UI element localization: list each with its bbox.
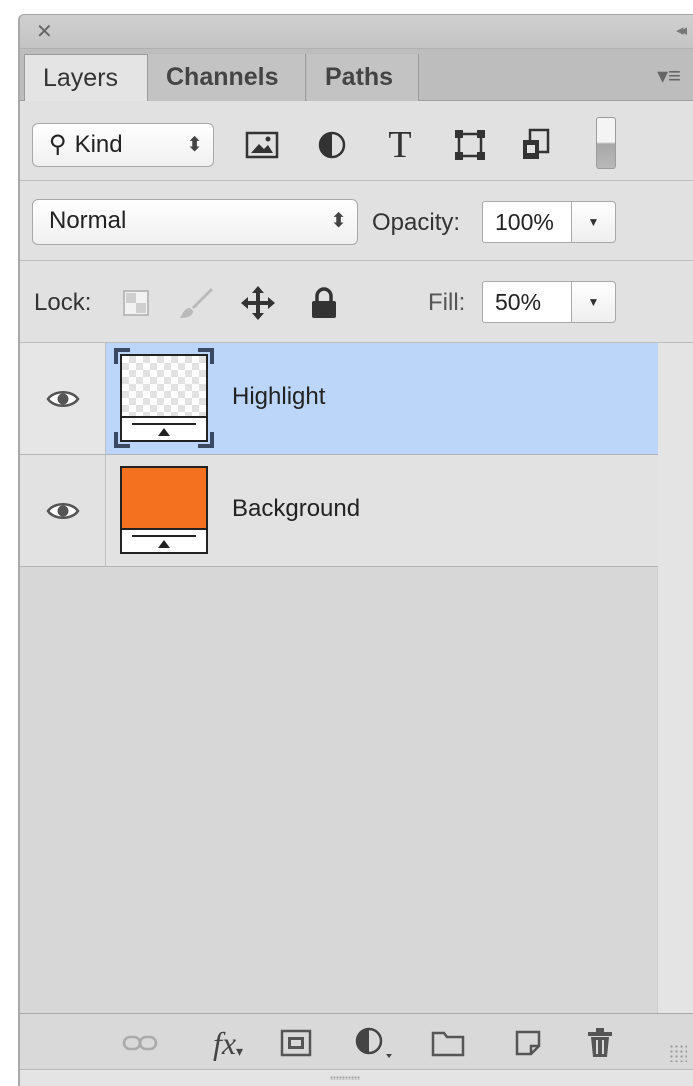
opacity-label: Opacity:: [372, 209, 461, 236]
fill-label: Fill:: [428, 289, 466, 316]
lock-label: Lock:: [34, 289, 92, 316]
fx-label: fx: [212, 1024, 237, 1061]
layer-thumbnail: [120, 466, 208, 554]
opacity-input[interactable]: 100%: [482, 201, 572, 243]
add-mask-icon[interactable]: [276, 1026, 316, 1060]
lock-image-pixels-icon[interactable]: [176, 283, 216, 323]
blend-mode-value: Normal: [49, 207, 127, 234]
panel-title-strip: ✕ ◂◂: [20, 15, 693, 49]
blend-mode-row: Normal ⬍ Opacity: 100% ▼: [20, 181, 693, 261]
layer-filter-row: ⚲ Kind ⬍ T: [20, 101, 693, 181]
filter-toggle-switch[interactable]: [596, 117, 616, 169]
resize-grip-icon[interactable]: [669, 1044, 687, 1062]
blend-mode-select[interactable]: Normal ⬍: [32, 199, 358, 245]
layers-panel: ✕ ◂◂ Layers Channels Paths ▾≡ ⚲ Kind ⬍ T …: [18, 14, 693, 1086]
lock-row: Lock: Fill: 50% ▼: [20, 261, 693, 343]
filter-kind-label: Kind: [74, 131, 123, 158]
thumbnail-footer: [122, 528, 206, 552]
shape-layer-filter-icon[interactable]: [450, 125, 490, 165]
fill-input[interactable]: 50%: [482, 281, 572, 323]
drag-handle-icon[interactable]: [330, 1076, 360, 1080]
fill-slider-button[interactable]: ▼: [572, 281, 616, 323]
panel-bottom-strip: [20, 1069, 693, 1086]
layer-row-highlight[interactable]: Highlight: [20, 343, 658, 455]
new-layer-icon[interactable]: [508, 1026, 548, 1060]
eye-icon: [45, 502, 80, 519]
new-adjustment-layer-icon[interactable]: [350, 1026, 400, 1060]
adjustment-layer-filter-icon[interactable]: [312, 125, 352, 165]
collapse-panel-icon[interactable]: ◂◂: [676, 21, 687, 41]
layer-thumbnail: [114, 348, 214, 448]
tab-paths[interactable]: Paths: [307, 54, 419, 102]
visibility-toggle[interactable]: [20, 455, 106, 566]
new-group-folder-icon[interactable]: [428, 1026, 468, 1060]
layer-style-fx-icon[interactable]: fx ▾: [200, 1024, 256, 1061]
tab-layers[interactable]: Layers: [24, 54, 148, 102]
opacity-slider-button[interactable]: ▼: [572, 201, 616, 243]
orange-fill-swatch: [122, 468, 206, 528]
transparency-checkerboard: [122, 356, 206, 416]
select-arrows-icon: ⬍: [186, 134, 203, 156]
layers-list: Highlight Background: [20, 343, 693, 1013]
layer-name[interactable]: Highlight: [232, 383, 325, 411]
eye-icon: [45, 390, 80, 407]
search-icon: ⚲: [49, 131, 67, 158]
scrollbar-track[interactable]: [657, 343, 693, 1013]
lock-position-icon[interactable]: [238, 283, 278, 323]
smart-object-filter-icon[interactable]: [516, 125, 556, 165]
layer-name[interactable]: Background: [232, 495, 360, 523]
link-layers-icon[interactable]: [120, 1026, 160, 1060]
filter-kind-select[interactable]: ⚲ Kind ⬍: [32, 123, 214, 167]
delete-layer-trash-icon[interactable]: [580, 1026, 620, 1060]
lock-all-icon[interactable]: [304, 283, 344, 323]
thumbnail-footer: [122, 416, 206, 440]
panel-tab-bar: Layers Channels Paths ▾≡: [20, 49, 693, 102]
layers-bottom-toolbar: fx ▾: [20, 1013, 693, 1069]
layer-row-background[interactable]: Background: [20, 455, 658, 567]
panel-menu-icon[interactable]: ▾≡: [657, 65, 681, 87]
visibility-toggle[interactable]: [20, 343, 106, 454]
tab-channels[interactable]: Channels: [148, 54, 306, 102]
pixel-layer-filter-icon[interactable]: [242, 125, 282, 165]
select-arrows-icon: ⬍: [330, 210, 347, 232]
type-layer-filter-icon[interactable]: T: [380, 124, 420, 166]
close-icon[interactable]: ✕: [36, 20, 53, 44]
lock-transparent-pixels-icon[interactable]: [116, 283, 156, 323]
